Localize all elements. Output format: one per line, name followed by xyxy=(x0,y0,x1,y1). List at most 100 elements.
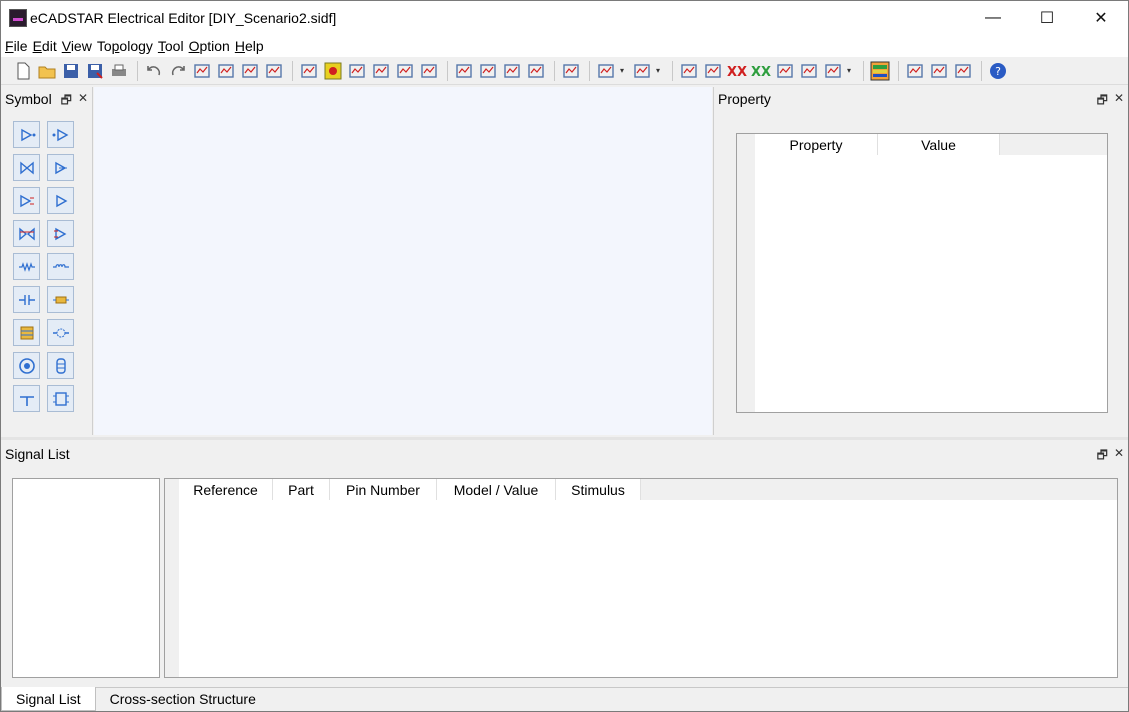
column-header-pin-number[interactable]: Pin Number xyxy=(330,479,437,500)
save-as-icon[interactable] xyxy=(85,61,105,81)
minimize-button[interactable]: — xyxy=(966,1,1020,35)
horizontal-splitter[interactable] xyxy=(1,437,1128,440)
tree-icon[interactable] xyxy=(478,61,498,81)
peak-icon[interactable] xyxy=(703,61,723,81)
grid-icon[interactable] xyxy=(419,61,439,81)
stackup-icon[interactable] xyxy=(870,61,890,81)
property-table[interactable]: Property Value xyxy=(736,133,1108,413)
coil-icon[interactable] xyxy=(47,352,74,379)
target-icon[interactable] xyxy=(13,352,40,379)
cd-icon[interactable] xyxy=(929,61,949,81)
zoom-fit-icon[interactable] xyxy=(299,61,319,81)
zoom-out-icon[interactable] xyxy=(395,61,415,81)
close-button[interactable]: ✕ xyxy=(1074,1,1128,35)
net-icon[interactable] xyxy=(454,61,474,81)
capacitor-icon[interactable] xyxy=(13,286,40,313)
bus-icon[interactable] xyxy=(502,61,522,81)
zoom-area-icon[interactable] xyxy=(347,61,367,81)
signal-tree[interactable] xyxy=(12,478,160,678)
zoom-in-icon[interactable] xyxy=(371,61,391,81)
menu-item-2[interactable]: View xyxy=(62,38,92,54)
row-gutter xyxy=(737,134,755,412)
column-header-reference[interactable]: Reference xyxy=(179,479,273,500)
signal-list-controls: 🗗 ✕ xyxy=(1097,446,1124,467)
menu-item-3[interactable]: Topology xyxy=(97,38,153,54)
symbol-panel: Symbol 🗗 ✕ xyxy=(1,87,93,435)
eye-diagram-icon[interactable] xyxy=(632,61,652,81)
schematic-canvas[interactable] xyxy=(94,87,712,435)
copy-icon[interactable] xyxy=(216,61,236,81)
menu-item-1[interactable]: Edit xyxy=(33,38,57,54)
bidirectional-icon[interactable] xyxy=(13,154,40,181)
column-header-model-value[interactable]: Model / Value xyxy=(437,479,556,500)
crosstalk-multi-icon[interactable]: XX xyxy=(751,61,771,81)
svg-text:XX: XX xyxy=(727,65,747,80)
differential-tristate-icon[interactable] xyxy=(47,220,74,247)
toolbar-separator xyxy=(447,60,448,81)
zoom-all-icon[interactable] xyxy=(323,61,343,81)
fuse-icon[interactable] xyxy=(47,286,74,313)
cut-icon[interactable] xyxy=(192,61,212,81)
row-gutter xyxy=(165,479,179,677)
float-icon[interactable]: 🗗 xyxy=(1097,446,1108,467)
close-icon[interactable]: ✕ xyxy=(78,91,88,112)
inductor-icon[interactable] xyxy=(47,253,74,280)
package-icon[interactable] xyxy=(47,385,74,412)
property-panel-controls: 🗗 ✕ xyxy=(1097,91,1124,112)
signal-table[interactable]: Reference Part Pin Number Model / Value … xyxy=(164,478,1118,678)
float-icon[interactable]: 🗗 xyxy=(61,91,72,112)
resistor-icon[interactable] xyxy=(13,253,40,280)
symbol-grid xyxy=(13,121,74,412)
differential-driver-icon[interactable] xyxy=(13,187,40,214)
help-icon[interactable]: ? xyxy=(988,61,1008,81)
waveform-icon[interactable] xyxy=(596,61,616,81)
receiver-icon[interactable] xyxy=(47,121,74,148)
redo-icon[interactable] xyxy=(168,61,188,81)
maximize-button[interactable]: ☐ xyxy=(1020,1,1074,35)
menu-item-6[interactable]: Help xyxy=(235,38,264,54)
save-icon[interactable] xyxy=(61,61,81,81)
tristate-icon[interactable] xyxy=(47,154,74,181)
via-icon[interactable] xyxy=(47,319,74,346)
close-icon[interactable]: ✕ xyxy=(1114,446,1124,467)
delete-net-icon[interactable] xyxy=(526,61,546,81)
probe-icon[interactable] xyxy=(953,61,973,81)
spectrum-icon[interactable] xyxy=(679,61,699,81)
open-folder-icon[interactable] xyxy=(37,61,57,81)
crosstalk-icon[interactable]: XX xyxy=(727,61,747,81)
menu-item-5[interactable]: Option xyxy=(189,38,230,54)
column-header-stimulus[interactable]: Stimulus xyxy=(556,479,641,500)
print-icon[interactable] xyxy=(109,61,129,81)
undo-icon[interactable] xyxy=(144,61,164,81)
spice-icon[interactable] xyxy=(823,61,843,81)
report-icon[interactable] xyxy=(775,61,795,81)
column-header-part[interactable]: Part xyxy=(273,479,330,500)
menu-item-4[interactable]: Tool xyxy=(158,38,184,54)
new-file-icon[interactable] xyxy=(13,61,33,81)
column-header-value[interactable]: Value xyxy=(878,134,1000,155)
toolbar-separator xyxy=(554,60,555,81)
close-icon[interactable]: ✕ xyxy=(1114,91,1124,112)
settings-icon[interactable] xyxy=(905,61,925,81)
symbol-panel-title: Symbol xyxy=(5,91,52,107)
driver-icon[interactable] xyxy=(13,121,40,148)
float-icon[interactable]: 🗗 xyxy=(1097,91,1108,112)
report2-icon[interactable] xyxy=(799,61,819,81)
signal-list-title: Signal List xyxy=(5,446,70,462)
differential-bidir-icon[interactable] xyxy=(13,220,40,247)
chevron-down-icon[interactable]: ▾ xyxy=(847,66,853,75)
toolbar-separator xyxy=(589,60,590,81)
bottom-tab-bar: Signal List Cross-section Structure xyxy=(1,687,1128,711)
tab-signal-list[interactable]: Signal List xyxy=(1,687,96,711)
chevron-down-icon[interactable]: ▾ xyxy=(620,66,626,75)
chevron-down-icon[interactable]: ▾ xyxy=(656,66,662,75)
ground-icon[interactable] xyxy=(13,385,40,412)
connector-icon[interactable] xyxy=(13,319,40,346)
menu-item-0[interactable]: File xyxy=(5,38,28,54)
column-header-property[interactable]: Property xyxy=(755,134,878,155)
clipboard-icon[interactable] xyxy=(264,61,284,81)
component-icon[interactable] xyxy=(561,61,581,81)
paste-icon[interactable] xyxy=(240,61,260,81)
tab-cross-section-structure[interactable]: Cross-section Structure xyxy=(96,687,270,711)
differential-receiver-icon[interactable] xyxy=(47,187,74,214)
